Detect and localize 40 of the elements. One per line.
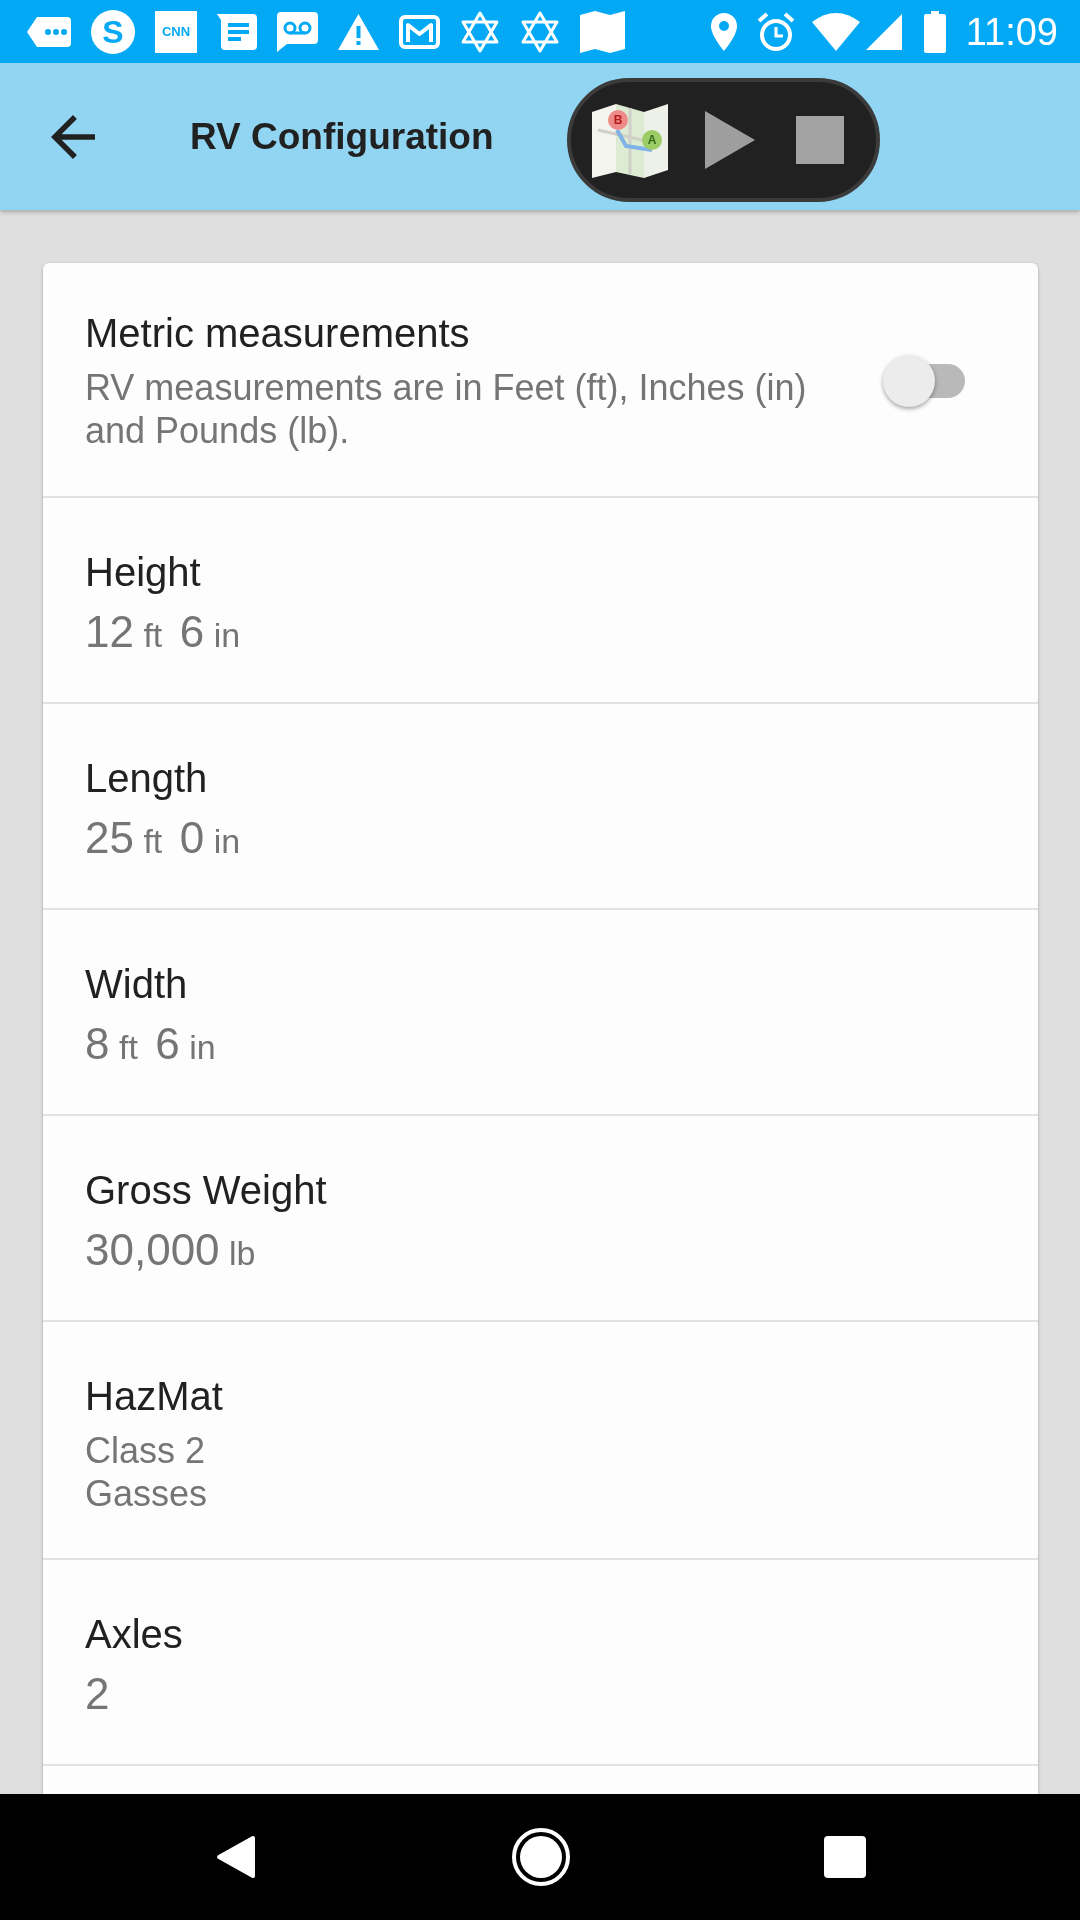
setting-value: 8 ft 6 in [85,1018,216,1070]
setting-title: Length [85,755,209,802]
letter-logo: S [91,9,135,54]
setting-title: Gross Weight [85,1167,328,1214]
wifi-icon [811,12,860,51]
screen-title: RV Configuration [190,118,494,155]
star-of-david-icon [520,10,560,53]
warning-icon [338,13,379,50]
clock-time: 11:09 [965,12,1058,51]
play-icon [705,111,755,169]
recents-square-icon [824,1836,866,1878]
signal-icon [865,13,902,50]
setting-title: Metric measurements [85,310,471,357]
metric-switch[interactable] [883,355,967,407]
setting-value: 12 ft 6 in [85,606,241,658]
voicemail-icon [277,11,318,52]
alarm-clock-icon [756,11,795,52]
setting-title: Axles [85,1611,184,1658]
setting-title: Width [85,961,189,1008]
setting-title: Height [85,549,202,596]
folded-map-icon [580,10,625,53]
more-notifications-icon [27,16,71,47]
mail-icon [399,14,440,49]
text-logo: CNN [155,10,197,53]
setting-value: 2 [85,1668,110,1720]
setting-title: HazMat [85,1373,224,1420]
setting-value: Class 2 [85,1429,206,1472]
setting-value: 30,000 lb [85,1224,256,1276]
star-of-david-icon [460,10,500,53]
home-circle-icon [512,1828,570,1886]
location-pin-icon [710,12,737,51]
stop-icon [796,116,844,164]
map-button[interactable]: B A [590,100,670,180]
setting-value: 25 ft 0 in [85,812,241,864]
battery-icon [923,10,946,53]
setting-description: RV measurements are in Feet (ft), Inches (in) and Pounds (lb). [85,366,808,452]
setting-value: Gasses [85,1472,208,1515]
back-arrow-icon [51,114,95,159]
back-triangle-icon [217,1836,255,1878]
message-icon [217,13,257,50]
